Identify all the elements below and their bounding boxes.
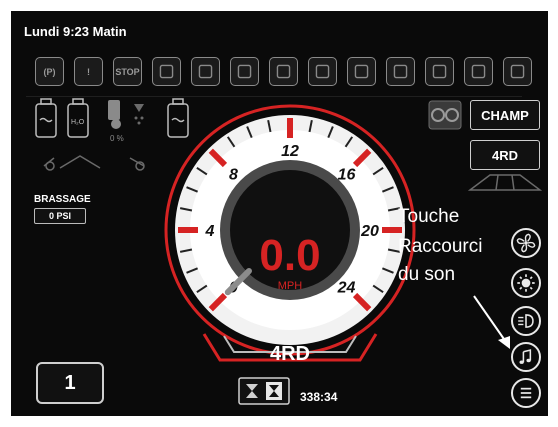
drive-mode-label: 4RD <box>269 343 310 365</box>
indicator-symbol <box>153 58 180 85</box>
brassage-pressure-value: 0 PSI <box>34 208 86 224</box>
transmission-temp-icon <box>347 57 376 86</box>
diff-lock-icon <box>230 57 259 86</box>
indicator-symbol <box>426 58 453 85</box>
stop-icon: STOP <box>113 57 142 86</box>
engine-icon <box>386 57 415 86</box>
fan-speed-icon <box>108 100 121 129</box>
speedo-tick-label: 20 <box>360 223 379 240</box>
svg-text:H₂O: H₂O <box>71 119 85 126</box>
gear-display[interactable]: 1 <box>36 362 104 404</box>
annotation-arrow <box>473 295 510 349</box>
speed-unit: MPH <box>278 280 303 292</box>
awd-icon <box>269 57 298 86</box>
champ-button[interactable]: CHAMP <box>470 100 540 130</box>
headlight-shortcut-button[interactable] <box>511 306 541 336</box>
music-note-icon <box>519 349 532 364</box>
coolant-temp-icon <box>191 57 220 86</box>
seatbelt-icon <box>464 57 493 86</box>
brassage-label: BRASSAGE <box>34 194 91 205</box>
nozzle-icon <box>134 104 144 125</box>
annotation-line-2: Raccourci <box>398 236 483 257</box>
fan-shortcut-button[interactable] <box>511 228 541 258</box>
indicator-symbol <box>465 58 492 85</box>
oil-pressure-icon <box>425 57 454 86</box>
speedo-tick-label: 12 <box>281 143 299 160</box>
indicator-symbol <box>504 58 531 85</box>
hour-meter-icon <box>238 377 290 405</box>
indicator-symbol <box>387 58 414 85</box>
spray-pattern-icon <box>43 155 145 171</box>
steering-mode-icon <box>468 174 542 191</box>
work-light-shortcut-button[interactable] <box>511 268 541 298</box>
tractor-mode-icon[interactable] <box>428 100 462 130</box>
speedo-tick-label: 4 <box>205 223 215 240</box>
indicator-symbol <box>192 58 219 85</box>
speedometer: 04812162024 0.0 MPH <box>164 104 416 356</box>
indicator-symbol <box>270 58 297 85</box>
parking-brake-icon: (P) <box>35 57 64 86</box>
work-light-icon <box>517 274 535 292</box>
datetime-label: Lundi 9:23 Matin <box>24 24 127 39</box>
sound-shortcut-button[interactable] <box>511 342 541 372</box>
tank-gauge-2 <box>67 98 89 138</box>
indicator-symbol <box>309 58 336 85</box>
annotation-line-3: du son <box>398 264 456 285</box>
headlight-icon <box>518 314 534 328</box>
speedo-tick-label: 8 <box>229 166 238 183</box>
indicator-symbol <box>231 58 258 85</box>
fan-percent: 0 % <box>110 134 124 143</box>
service-icon <box>503 57 532 86</box>
fan-icon <box>516 233 536 253</box>
menu-button[interactable] <box>511 378 541 408</box>
steering-warning-icon <box>308 57 337 86</box>
speedo-tick-label: 24 <box>337 280 356 297</box>
indicator-symbol: ! <box>87 66 90 77</box>
indicator-symbol <box>348 58 375 85</box>
annotation-line-1: Touche <box>398 206 460 227</box>
speedo-tick-label: 16 <box>338 166 356 183</box>
hour-meter-value: 338:34 <box>300 390 338 404</box>
indicator-symbol: (P) <box>43 66 56 77</box>
tank-gauge-1 <box>35 98 57 138</box>
four-rd-button[interactable]: 4RD <box>470 140 540 170</box>
indicator-symbol: STOP <box>115 66 140 77</box>
warning-triangle-icon: ! <box>74 57 103 86</box>
menu-icon <box>520 387 532 399</box>
fuel-filter-icon <box>152 57 181 86</box>
speed-value: 0.0 <box>259 231 320 280</box>
